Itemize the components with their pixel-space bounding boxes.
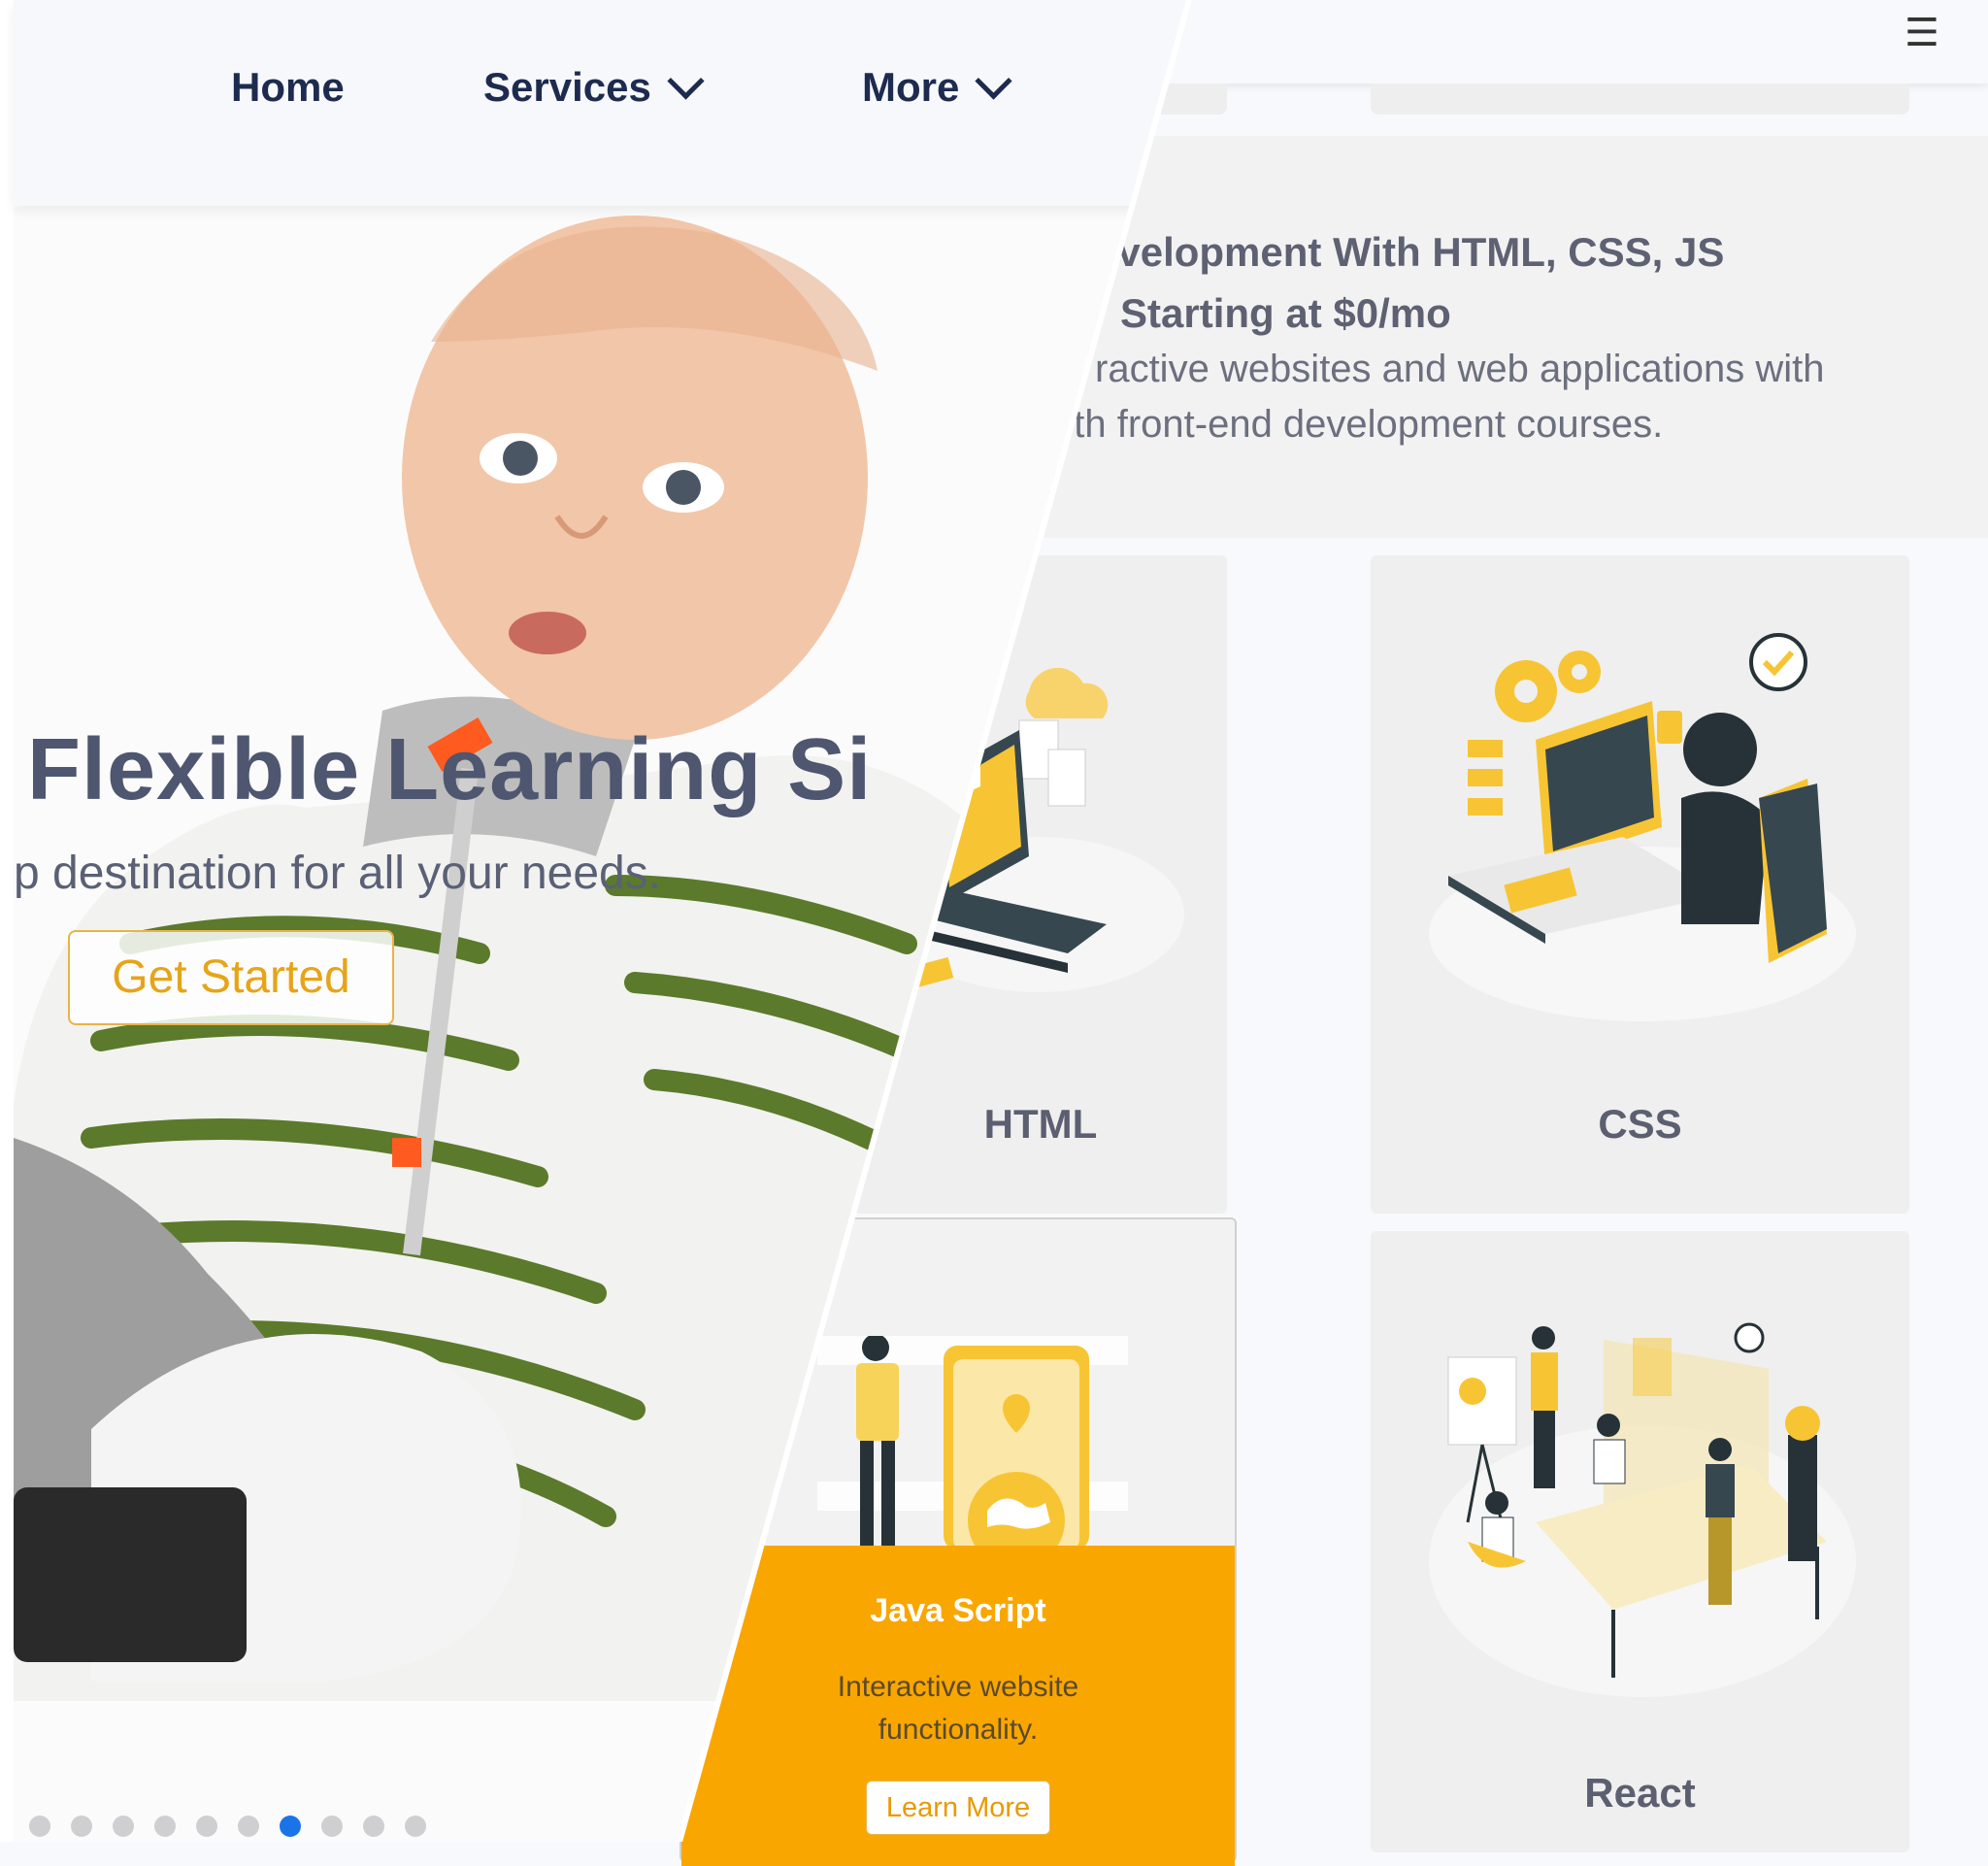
course-card-description: Interactive website functionality. <box>740 1666 1176 1751</box>
course-card-title: React <box>1584 1770 1696 1816</box>
mobile-map-illustration <box>817 1336 1128 1549</box>
team-meeting-illustration <box>1429 1322 1856 1697</box>
nav-home-label: Home <box>231 64 345 110</box>
developer-illustration <box>1429 633 1856 1021</box>
get-started-button[interactable]: Get Started <box>68 930 394 1025</box>
carousel-dot[interactable] <box>405 1816 426 1837</box>
course-card-title: Java Script <box>870 1592 1046 1629</box>
learn-more-button[interactable]: Learn More <box>866 1781 1050 1835</box>
carousel-dot[interactable] <box>363 1816 384 1837</box>
main-navigation: Home Services More <box>14 0 1189 206</box>
carousel-dot[interactable] <box>196 1816 217 1837</box>
course-card-title: HTML <box>983 1101 1098 1147</box>
course-card-description-line: functionality. <box>878 1714 1039 1746</box>
carousel-dot[interactable] <box>321 1816 343 1837</box>
chevron-down-icon <box>975 61 1012 100</box>
carousel-dot[interactable] <box>238 1816 259 1837</box>
promo-title: evelopment With HTML, CSS, JS Starting a… <box>1095 221 1969 344</box>
nav-more-label: More <box>862 64 960 110</box>
course-card-title: CSS <box>1598 1101 1682 1147</box>
course-card-react[interactable]: React <box>1371 1231 1909 1852</box>
promo-title-line: evelopment With HTML, CSS, JS <box>1095 229 1725 275</box>
hero-title: Flexible Learning Si <box>27 721 873 818</box>
nav-services-label: Services <box>483 64 651 110</box>
carousel-dot[interactable] <box>29 1816 50 1837</box>
nav-more[interactable]: More <box>862 61 1012 111</box>
hero-subtitle: p destination for all your needs. <box>14 848 662 899</box>
promo-title-line: Starting at $0/mo <box>1120 290 1451 336</box>
promo-text-line: ractive websites and web applications wi… <box>1095 348 1825 390</box>
carousel-dot[interactable] <box>280 1816 301 1837</box>
carousel-indicators <box>29 1816 426 1837</box>
course-card-description-line: Interactive website <box>837 1671 1079 1703</box>
page-edge <box>0 0 14 1842</box>
nav-services[interactable]: Services <box>483 61 705 111</box>
promo-text-line: pth front-end development courses. <box>1052 403 1664 446</box>
promo-description: ractive websites and web applications wi… <box>1052 342 1984 452</box>
nav-home[interactable]: Home <box>231 64 345 111</box>
card-stub <box>1371 83 1909 115</box>
carousel-dot[interactable] <box>113 1816 134 1837</box>
hamburger-icon[interactable]: ☰ <box>1905 14 1939 52</box>
carousel-dot[interactable] <box>71 1816 92 1837</box>
chevron-down-icon <box>667 61 705 100</box>
carousel-dot[interactable] <box>154 1816 176 1837</box>
course-card-css[interactable]: CSS <box>1371 555 1909 1214</box>
